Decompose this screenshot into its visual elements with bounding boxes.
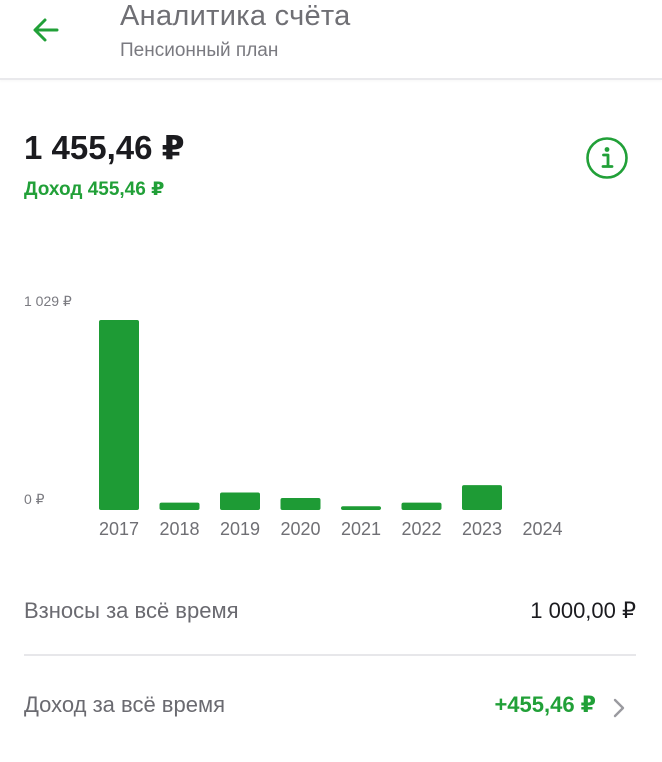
yearly-income-chart: 1 029 ₽ 0 ₽ 2017 2018 2019 2020 2021 2022 2023 20… xyxy=(0,290,662,550)
x-tick-label: 2018 xyxy=(159,519,199,539)
info-icon xyxy=(586,137,628,179)
x-tick-label: 2024 xyxy=(522,519,562,539)
header-bar: Аналитика счёта Пенсионный план xyxy=(0,0,662,80)
back-button[interactable] xyxy=(26,10,66,50)
x-tick-label: 2023 xyxy=(462,519,502,539)
chart-bar-2023[interactable] xyxy=(462,485,502,510)
chart-bar-2018[interactable] xyxy=(159,502,200,510)
contributions-row: Взносы за всё время 1 000,00 ₽ xyxy=(24,588,636,638)
x-tick-label: 2022 xyxy=(401,519,441,539)
page-title: Аналитика счёта xyxy=(120,0,351,32)
x-tick-label: 2019 xyxy=(220,519,260,539)
chart-bar-2020[interactable] xyxy=(280,497,321,510)
arrow-left-icon xyxy=(33,18,59,42)
contributions-value: 1 000,00 ₽ xyxy=(530,598,636,623)
y-tick-label: 1 029 ₽ xyxy=(24,293,72,309)
y-tick-label: 0 ₽ xyxy=(24,491,45,507)
chart-bar-2021[interactable] xyxy=(341,506,381,510)
income-total-label: Доход за всё время xyxy=(24,692,226,717)
chart-canvas: 1 029 ₽ 0 ₽ 2017 2018 2019 2020 2021 2022 2023 20… xyxy=(24,293,563,539)
income-row[interactable]: Доход за всё время +455,46 ₽ xyxy=(24,682,636,732)
chart-bar-2019[interactable] xyxy=(220,492,260,510)
x-tick-label: 2021 xyxy=(341,519,381,539)
contributions-label: Взносы за всё время xyxy=(24,598,239,623)
info-button[interactable] xyxy=(585,136,629,180)
divider xyxy=(24,654,636,656)
x-tick-label: 2017 xyxy=(99,519,139,539)
x-tick-label: 2020 xyxy=(280,519,320,539)
account-income: Доход 455,46 ₽ xyxy=(24,179,165,200)
account-balance: 1 455,46 ₽ xyxy=(24,129,185,166)
income-total-value: +455,46 ₽ xyxy=(494,692,596,717)
chevron-right-icon xyxy=(613,698,625,718)
chart-bar-2017[interactable] xyxy=(99,320,139,510)
page-subtitle: Пенсионный план xyxy=(120,40,279,61)
chart-bar-2022[interactable] xyxy=(401,502,442,510)
